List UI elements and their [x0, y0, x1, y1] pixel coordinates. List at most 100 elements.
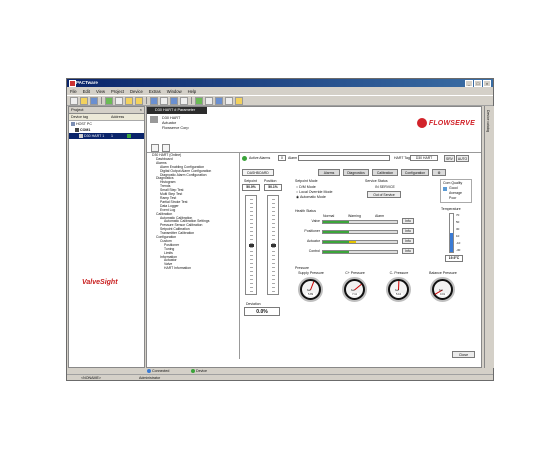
- minimize-button[interactable]: _: [465, 80, 473, 87]
- tab-configuration[interactable]: Configuration: [401, 169, 429, 176]
- quality-average: Average: [449, 191, 462, 195]
- new-icon[interactable]: [70, 96, 78, 105]
- delete-icon[interactable]: [160, 96, 168, 105]
- tab-calibration[interactable]: Calibration: [372, 169, 398, 176]
- setpoint-mode-options: ○ D/M Mode ○ Local Override Mode ◉ Autom…: [296, 185, 333, 200]
- tree-item[interactable]: HART Information: [152, 266, 238, 271]
- column-device-tag[interactable]: Device tag: [71, 114, 88, 120]
- menu-extras[interactable]: Extras: [149, 88, 161, 95]
- diagnosis-icon[interactable]: [215, 96, 223, 105]
- info-button[interactable]: Info: [402, 218, 414, 224]
- menu-file[interactable]: File: [70, 88, 77, 95]
- disconnect-icon[interactable]: [115, 96, 123, 105]
- print-icon[interactable]: [151, 144, 159, 152]
- temperature-title: Temperature: [441, 207, 461, 211]
- quality-poor: Poor: [449, 196, 457, 200]
- deviation-label: Deviation: [246, 302, 261, 306]
- gauge-unit: bar: [351, 289, 355, 292]
- simulate-icon[interactable]: [205, 96, 213, 105]
- device-parameter-window: D30 HART # Parameter D30 HART Actuator F…: [146, 106, 482, 368]
- info-button[interactable]: Info: [402, 228, 414, 234]
- app-window: PACTware _ □ × File Edit View Project De…: [66, 78, 494, 381]
- tab-diagnostics[interactable]: Diagnostics: [343, 169, 369, 176]
- close-window-button[interactable]: ×: [483, 80, 491, 87]
- health-bar: [322, 239, 398, 244]
- navigation-tree: D30 HART (Online) Dashboard Alarms Alarm…: [152, 153, 238, 359]
- properties-icon[interactable]: [170, 96, 178, 105]
- flowserve-star-icon: [416, 118, 427, 128]
- tab-dashboard[interactable]: DASHBOARD: [242, 169, 274, 176]
- setpoint-value: 50.0%: [242, 184, 260, 191]
- document-tab[interactable]: D30 HART # Parameter: [147, 107, 207, 114]
- menu-window[interactable]: Window: [167, 88, 182, 95]
- alarms-label: Alarm: [288, 156, 298, 160]
- health-bar: [322, 229, 398, 234]
- health-normal-fill: [323, 220, 349, 223]
- print-icon[interactable]: [225, 96, 233, 105]
- menu-project[interactable]: Project: [111, 88, 124, 95]
- health-col-normal: Normal: [323, 214, 335, 218]
- upload-icon[interactable]: [125, 96, 133, 105]
- device-status-icon: [191, 369, 195, 374]
- connected-icon: [147, 369, 151, 374]
- refresh-button[interactable]: ⚙: [432, 169, 446, 176]
- menu-edit[interactable]: Edit: [83, 88, 90, 95]
- column-address[interactable]: Address: [111, 114, 124, 120]
- close-icon[interactable]: ×: [140, 107, 142, 113]
- health-bar: [322, 219, 398, 224]
- measure-icon[interactable]: [195, 96, 203, 105]
- connected-status: Connected: [152, 369, 170, 373]
- dashboard-panel: Active Alarms 0 Alarm HART Tag D30 HART …: [242, 155, 479, 355]
- health-normal-fill: [323, 250, 349, 253]
- gauge-reading: 0.01: [438, 293, 447, 296]
- setpoint-bar: [245, 195, 257, 295]
- info-button[interactable]: Info: [402, 238, 414, 244]
- download-icon[interactable]: [135, 96, 143, 105]
- srv-mode-button[interactable]: SRV: [444, 155, 455, 162]
- tab-alarms[interactable]: Alarms: [318, 169, 340, 176]
- tree-row-device[interactable]: D30 HART 1 1: [69, 133, 144, 139]
- service-state: IN SERVICE: [375, 185, 395, 189]
- help-icon[interactable]: [162, 144, 170, 152]
- gauge-label: C+ Pressure: [345, 271, 365, 275]
- position-bar: [267, 195, 279, 295]
- health-normal-fill: [323, 240, 349, 243]
- project-panel: Project × Device tag Address HOST PC COM…: [68, 106, 145, 368]
- gauge-dial: bar 0.01: [430, 277, 455, 302]
- radio-automatic-mode[interactable]: ◉ Automatic Mode: [296, 195, 333, 200]
- auto-mode-button[interactable]: AUTO: [456, 155, 469, 162]
- maximize-button[interactable]: □: [474, 80, 482, 87]
- gauge-reading: 5.10: [394, 293, 403, 296]
- health-col-alarm: Alarm: [375, 214, 385, 218]
- com-quality-title: Com Quality: [443, 181, 463, 185]
- info-button[interactable]: Info: [402, 248, 414, 254]
- gauge-unit: bar: [439, 289, 443, 292]
- window-title: PACTware: [76, 80, 98, 85]
- active-alarm-led: [242, 156, 247, 161]
- active-alarms-count: 0: [278, 155, 286, 161]
- device-vendor: Flowserve Corp: [162, 126, 189, 130]
- health-row-label: Positioner: [304, 229, 320, 233]
- gauge-label: Balance Pressure: [429, 271, 457, 275]
- parameter-icon[interactable]: [180, 96, 188, 105]
- help-icon[interactable]: [235, 96, 243, 105]
- position-value: 50.1%: [264, 184, 282, 191]
- save-icon[interactable]: [90, 96, 98, 105]
- status-bar-bottom: <NONAME> Administrator: [67, 374, 493, 381]
- menu-view[interactable]: View: [96, 88, 105, 95]
- hart-tag-label: HART Tag: [394, 156, 410, 160]
- pressure-title: Pressure: [295, 266, 310, 270]
- add-device-icon[interactable]: [150, 96, 158, 105]
- menu-device[interactable]: Device: [130, 88, 143, 95]
- health-status-title: Health Status: [295, 209, 317, 213]
- device-catalog-sidebar[interactable]: Device catalog: [484, 106, 494, 368]
- connect-icon[interactable]: [105, 96, 113, 105]
- out-of-service-button[interactable]: Out of Service: [367, 191, 401, 198]
- health-row-label: Control: [308, 249, 320, 253]
- menu-help[interactable]: Help: [188, 88, 197, 95]
- health-warning-fill: [348, 240, 357, 243]
- open-folder-icon[interactable]: [80, 96, 88, 105]
- computer-icon: [71, 122, 75, 127]
- toolbar: [67, 95, 493, 106]
- close-button[interactable]: Close: [452, 351, 475, 358]
